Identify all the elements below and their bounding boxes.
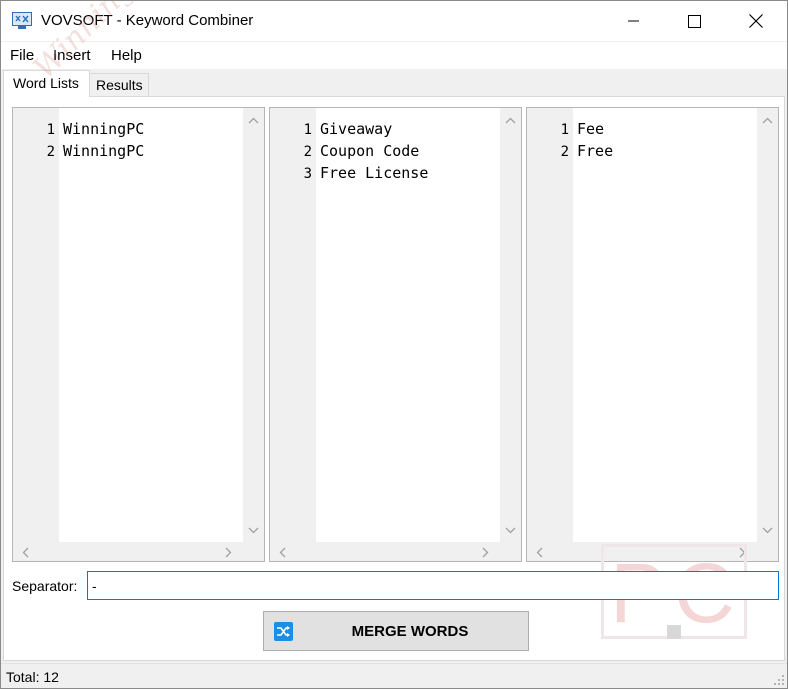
word-list-editor-2[interactable]: 1 2 3 Giveaway Coupon Code Free License — [269, 107, 522, 562]
menu-help[interactable]: Help — [111, 47, 142, 64]
separator-input[interactable] — [87, 571, 779, 600]
merge-words-label: MERGE WORDS — [351, 623, 469, 640]
line-number-gutter: 1 2 3 — [270, 108, 316, 543]
scroll-up-icon[interactable] — [248, 117, 259, 124]
line-number-gutter: 1 2 — [13, 108, 59, 543]
editor-line[interactable]: Coupon Code — [320, 142, 419, 160]
resize-grip-icon[interactable] — [773, 674, 785, 686]
close-icon — [749, 14, 763, 28]
editor-line[interactable]: WinningPC — [63, 142, 144, 160]
scroll-down-icon[interactable] — [762, 527, 773, 534]
separator-label: Separator: — [12, 578, 78, 594]
minimize-icon — [628, 20, 639, 22]
vertical-scrollbar[interactable] — [243, 108, 264, 543]
status-total: Total: 12 — [6, 669, 59, 685]
editor-line[interactable]: Giveaway — [320, 120, 392, 138]
close-button[interactable] — [727, 1, 785, 41]
maximize-button[interactable] — [665, 1, 723, 41]
menu-file[interactable]: File — [10, 47, 34, 64]
line-number: 1 — [303, 122, 312, 138]
tab-word-lists[interactable]: Word Lists — [3, 70, 90, 97]
vertical-scrollbar[interactable] — [500, 108, 521, 543]
line-number: 3 — [303, 166, 312, 182]
scroll-up-icon[interactable] — [505, 117, 516, 124]
editor-line[interactable]: Fee — [577, 120, 604, 138]
line-number: 2 — [46, 144, 55, 160]
scroll-right-icon[interactable] — [225, 547, 232, 558]
scroll-down-icon[interactable] — [248, 527, 259, 534]
editor-line[interactable]: WinningPC — [63, 120, 144, 138]
minimize-button[interactable] — [605, 1, 663, 41]
word-list-editor-1[interactable]: 1 2 WinningPC WinningPC — [12, 107, 265, 562]
scroll-left-icon[interactable] — [279, 547, 286, 558]
line-number: 2 — [560, 144, 569, 160]
word-lists-panel: 1 2 WinningPC WinningPC 1 2 3 Giveaway C… — [3, 96, 785, 661]
line-number-gutter: 1 2 — [527, 108, 573, 543]
tab-results[interactable]: Results — [89, 73, 149, 97]
menu-insert[interactable]: Insert — [53, 47, 91, 64]
vertical-scrollbar[interactable] — [757, 108, 778, 543]
horizontal-scrollbar[interactable] — [13, 542, 264, 561]
scroll-left-icon[interactable] — [22, 547, 29, 558]
maximize-icon — [687, 14, 701, 28]
window-title: VOVSOFT - Keyword Combiner — [41, 12, 254, 29]
word-list-editor-3[interactable]: 1 2 Fee Free — [526, 107, 779, 562]
scroll-left-icon[interactable] — [536, 547, 543, 558]
editor-line[interactable]: Free License — [320, 164, 428, 182]
horizontal-scrollbar[interactable] — [270, 542, 521, 561]
watermark-square — [667, 625, 681, 639]
line-number: 2 — [303, 144, 312, 160]
merge-words-button[interactable]: MERGE WORDS — [263, 611, 529, 651]
app-window: VOVSOFT - Keyword Combiner File Insert H… — [0, 0, 788, 689]
line-number: 1 — [46, 122, 55, 138]
line-number: 1 — [560, 122, 569, 138]
scroll-right-icon[interactable] — [482, 547, 489, 558]
status-bar: Total: 12 — [1, 663, 787, 688]
menu-bar: File Insert Help — [1, 42, 787, 69]
scroll-up-icon[interactable] — [762, 117, 773, 124]
title-bar: VOVSOFT - Keyword Combiner — [1, 1, 787, 41]
app-icon — [12, 12, 32, 29]
editor-line[interactable]: Free — [577, 142, 613, 160]
scroll-down-icon[interactable] — [505, 527, 516, 534]
